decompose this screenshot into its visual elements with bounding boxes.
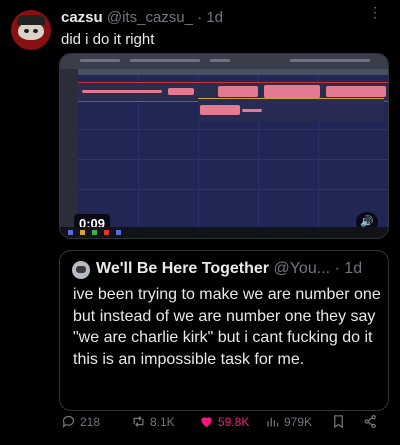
- repost-button[interactable]: 8.1K: [131, 414, 175, 429]
- quoted-tweet-text: ive been trying to make we are number on…: [73, 286, 381, 368]
- like-button[interactable]: 59.8K: [199, 414, 249, 429]
- author-handle[interactable]: @its_cazsu_: [107, 9, 193, 26]
- audio-track-2: [198, 98, 384, 121]
- views-icon: [267, 417, 279, 427]
- video-player[interactable]: 0:09 🔊: [59, 53, 389, 239]
- daw-toolbar: [60, 54, 388, 69]
- windows-taskbar: [60, 227, 388, 238]
- view-count: 979K: [284, 414, 313, 429]
- quoted-author-avatar: [72, 261, 90, 279]
- share-button[interactable]: [363, 414, 378, 429]
- quoted-author-name: We'll Be Here Together: [96, 260, 270, 277]
- author-name[interactable]: cazsu: [61, 9, 103, 26]
- like-count: 59.8K: [218, 414, 250, 429]
- avatar-hat: [17, 15, 45, 25]
- quoted-tweet[interactable]: We'll Be Here Together @You... · 1d ive …: [59, 250, 389, 411]
- more-options-icon[interactable]: ⋮: [368, 5, 382, 19]
- tweet-text: did i do it right: [61, 31, 155, 48]
- post-time[interactable]: 1d: [206, 9, 223, 26]
- quoted-post-time: 1d: [344, 260, 363, 277]
- quoted-author-handle: @You...: [273, 260, 331, 277]
- repost-count: 8.1K: [150, 414, 175, 429]
- author-avatar[interactable]: [11, 10, 51, 50]
- separator: ·: [334, 260, 340, 277]
- reply-button[interactable]: 218: [61, 414, 100, 429]
- tweet: cazsu @its_cazsu_ · 1d ⋮ did i do it rig…: [0, 0, 400, 445]
- tweet-header: cazsu @its_cazsu_ · 1d: [61, 9, 223, 26]
- timeline-ruler: [78, 69, 388, 75]
- bookmark-button[interactable]: [331, 414, 346, 429]
- separator: ·: [197, 9, 203, 26]
- bookmark-icon: [334, 415, 343, 429]
- heart-icon: [201, 417, 212, 428]
- share-icon: [364, 414, 376, 429]
- quoted-tweet-header: We'll Be Here Together @You... · 1d: [96, 260, 362, 278]
- action-bar: 218 8.1K 59.8K 979K: [0, 414, 400, 434]
- reply-count: 218: [80, 414, 101, 429]
- repost-icon: [133, 416, 144, 427]
- reply-icon: [62, 415, 75, 428]
- views-button[interactable]: 979K: [265, 414, 312, 429]
- daw-sidebar: [60, 69, 78, 227]
